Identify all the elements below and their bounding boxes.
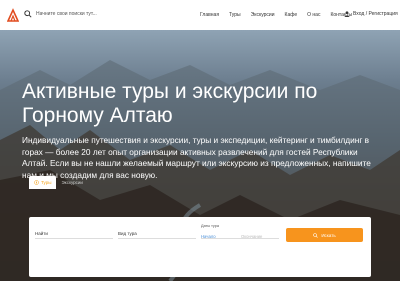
tab-excursions[interactable]: Экскурсии [56, 176, 88, 189]
date-start[interactable]: Начало [201, 234, 216, 239]
dates-label: Даты тура [201, 224, 219, 228]
find-label: Найти [35, 231, 48, 236]
dates-field[interactable]: Даты тура Начало Окончание [201, 224, 279, 239]
nav-cafe[interactable]: Кафе [285, 12, 298, 18]
booking-form [29, 217, 371, 277]
hero-description: Индивидуальные путешествия и экскурсии, … [22, 135, 371, 180]
tab-excursions-label: Экскурсии [61, 180, 83, 185]
search-icon[interactable] [24, 10, 32, 18]
booking-tabs: Туры Экскурсии [29, 176, 88, 189]
main-nav: Главная Туры Экскурсии Кафе О нас Контак… [200, 12, 362, 18]
search-button[interactable]: Искать [286, 228, 363, 242]
user-icon [344, 11, 350, 17]
find-field[interactable]: Найти [35, 229, 113, 239]
nav-home[interactable]: Главная [200, 12, 219, 18]
auth-link[interactable]: Вход / Регистрация [344, 11, 398, 17]
auth-label: Вход / Регистрация [353, 11, 398, 17]
search-button-label: Искать [321, 232, 336, 238]
tour-type-label: Вид тура [118, 231, 137, 236]
logo-icon[interactable] [7, 8, 19, 22]
compass-icon [34, 180, 39, 185]
search-icon [313, 232, 319, 238]
hero-title: Активные туры и экскурсии по Горному Алт… [22, 80, 318, 127]
tab-tours[interactable]: Туры [29, 176, 57, 189]
header-search [24, 10, 106, 18]
tab-tours-label: Туры [41, 180, 52, 185]
date-end[interactable]: Окончание [241, 234, 262, 239]
nav-about[interactable]: О нас [307, 12, 320, 18]
site-header: Главная Туры Экскурсии Кафе О нас Контак… [0, 0, 400, 30]
nav-excursions[interactable]: Экскурсии [251, 12, 275, 18]
tour-type-field[interactable]: Вид тура [118, 229, 196, 239]
nav-tours[interactable]: Туры [229, 12, 241, 18]
search-input[interactable] [36, 11, 106, 17]
